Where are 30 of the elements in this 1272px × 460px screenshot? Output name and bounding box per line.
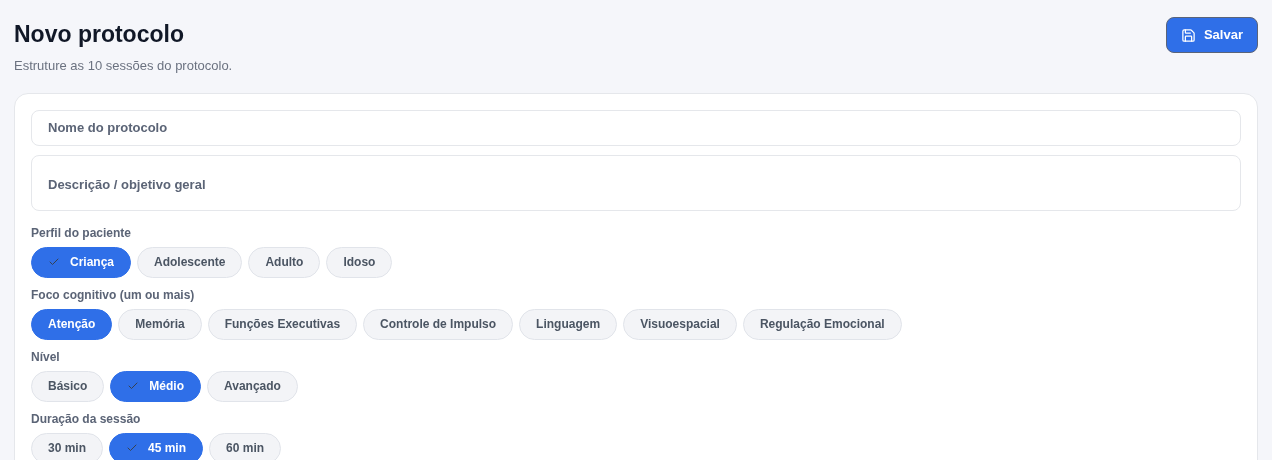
option-chip[interactable]: Visuoespacial <box>623 308 737 340</box>
check-icon <box>127 380 140 392</box>
option-chip[interactable]: Básico <box>31 370 105 402</box>
save-icon <box>1180 27 1196 43</box>
option-chip[interactable]: Criança <box>31 246 132 278</box>
option-chip[interactable]: Médio <box>110 370 202 402</box>
page-title: Novo protocolo <box>14 20 185 48</box>
option-chip[interactable]: Controle de Impulso <box>363 308 514 340</box>
option-chip[interactable]: Funções Executivas <box>207 308 358 340</box>
option-chip[interactable]: Linguagem <box>519 308 618 340</box>
option-chip[interactable]: Memória <box>118 308 202 340</box>
option-chip[interactable]: Idoso <box>326 246 393 278</box>
option-chip[interactable]: Regulação Emocional <box>742 308 902 340</box>
option-chip[interactable]: 45 min <box>109 432 204 460</box>
option-chip[interactable]: Atenção <box>31 308 113 340</box>
option-chip[interactable]: Adulto <box>248 246 321 278</box>
option-chip[interactable]: 30 min <box>31 432 103 460</box>
option-chip[interactable]: 60 min <box>209 432 282 460</box>
group-label: Duração da sessão <box>31 410 142 428</box>
save-button[interactable]: Salvar <box>1165 17 1258 53</box>
name-field[interactable]: Nome do protocolo <box>31 109 1241 146</box>
group-label: Perfil do paciente <box>31 224 133 242</box>
description-field[interactable]: Descrição / objetivo geral <box>31 154 1241 211</box>
option-chip[interactable]: Adolescente <box>137 246 243 278</box>
page-subtitle: Estruture as 10 sessões do protocolo. <box>14 57 233 75</box>
group-label: Nível <box>31 348 61 366</box>
check-icon <box>126 442 138 454</box>
option-chip[interactable]: Avançado <box>207 370 298 402</box>
group-label: Foco cognitivo (um ou mais) <box>31 286 196 304</box>
check-icon <box>48 256 60 268</box>
